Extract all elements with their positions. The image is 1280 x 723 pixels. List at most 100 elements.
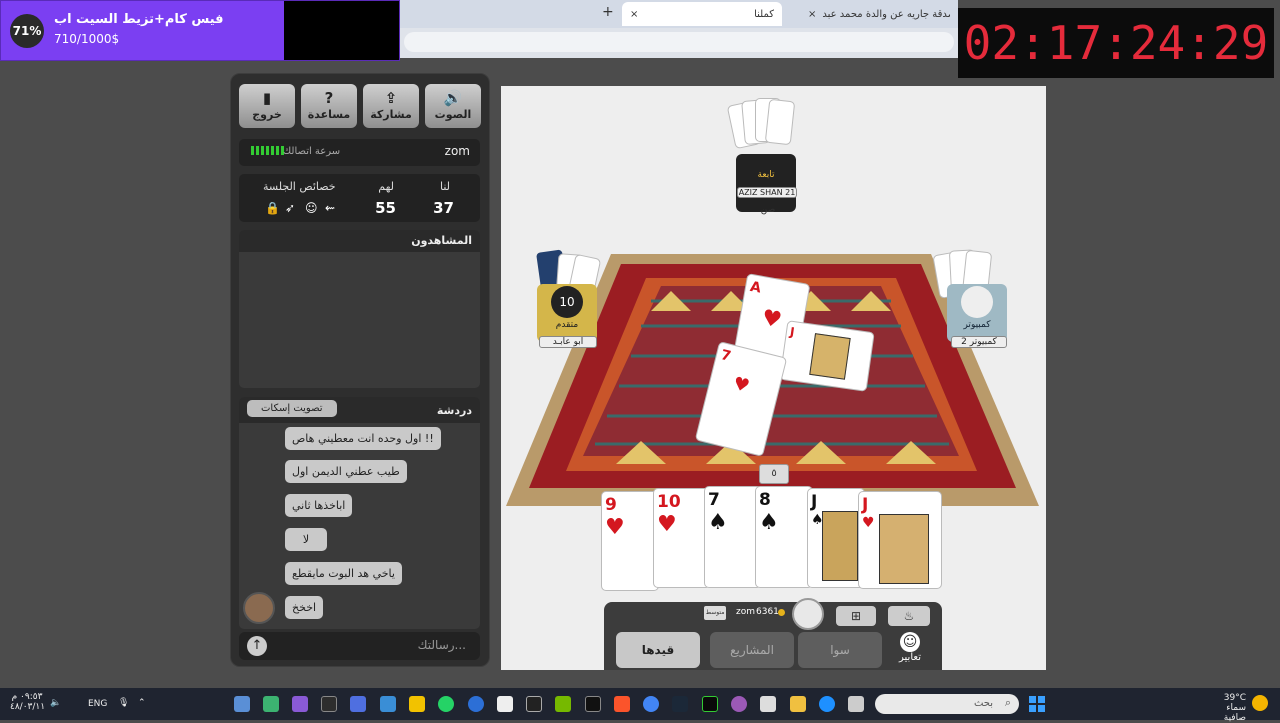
edge-icon[interactable] [819,696,835,712]
epic-icon[interactable] [585,696,601,712]
gift-icon[interactable]: ⊞ [836,606,876,626]
weather-widget[interactable]: 39°C سماء صافية [1206,693,1246,723]
hand-card-10-hearts[interactable]: 10 ♥ [653,488,711,588]
my-name: zom [736,607,755,617]
button-label: مشاركة [370,108,412,121]
emotes-button[interactable]: ☺ تعابير [890,632,930,668]
donation-amount: 710/1000$ [54,32,120,46]
windows-start-icon[interactable] [1029,696,1045,712]
browser-tab-donation[interactable]: × صدقة جاريه عن والدة محمد عبد [800,2,950,26]
task-view-icon[interactable] [848,696,864,712]
sound-button[interactable]: 🔊 الصوت [425,84,481,128]
projects-button[interactable]: المشاريع [710,632,794,668]
top-player-hand [726,98,801,153]
card-suit: ♥ [730,373,758,399]
app-icon[interactable] [468,696,484,712]
card-rank: J [862,495,869,515]
speaker-icon: 🔊 [443,89,463,107]
app-icon[interactable] [731,696,747,712]
left-player-avatar: 10 متقدم [537,284,597,342]
qaydha-button[interactable]: قيدها [616,632,700,668]
folder-icon[interactable] [790,696,806,712]
viewers-title: المشاهدون [239,230,480,252]
close-icon[interactable]: × [808,9,816,20]
username: zom [444,144,470,158]
avatar [243,592,275,624]
us-label: لنا [439,180,450,193]
hand-card-7-spades[interactable]: 7 ♠ [704,486,762,588]
steam-icon[interactable] [672,696,688,712]
share-button[interactable]: ⇪ مشاركة [363,84,419,128]
chat-message: طيب عطني الديمن اول [285,460,407,483]
clock-date: ٤٨/٠٣/١١ [10,702,46,712]
fire-icon[interactable]: ♨ [888,606,930,626]
card-rank: 10 [657,492,681,512]
app-icon[interactable] [380,696,396,712]
my-avatar [792,598,824,630]
chevron-up-icon[interactable]: ⌃ [138,698,146,708]
search-box[interactable]: ⌕ بحث [875,694,1019,714]
my-points: 6361 [756,607,779,617]
hand-card-jack-hearts[interactable]: J ♥ [858,491,942,589]
card-suit: ♥ [657,512,677,537]
level-badge: 10 [551,286,583,318]
taskbar [0,688,1280,720]
app-icon[interactable] [497,696,513,712]
stream-timer: 02:17:24:29 [958,8,1274,78]
new-tab-button[interactable]: + [602,4,614,20]
card-suit: ♠ [708,510,728,535]
help-button[interactable]: ? مساعدة [301,84,357,128]
hand-card-8-spades[interactable]: 8 ♠ [755,486,813,588]
browser-tab-kamlna[interactable]: × كملنا [622,2,782,26]
donation-black-box [284,1,399,60]
app-icon[interactable] [321,696,337,712]
right-player-name: كمبيوتر 2 [951,336,1007,348]
weather-temp: 39°C [1223,693,1246,703]
top-player-badge: تابعة [757,170,775,180]
left-player-badge: متقدم [555,320,579,330]
language-indicator[interactable]: ENG [88,699,107,709]
mute-vote-button[interactable]: تصويت إسكات [247,400,337,417]
face-card-art [879,514,929,584]
app-icon[interactable] [350,696,366,712]
chat-box: دردشة تصويت إسكات اول وحده انت معطيني ها… [239,397,480,629]
signal-icon [251,146,284,155]
smiley-icon: ☺ [305,201,318,215]
card-rank: 8 [759,490,771,510]
app-icon[interactable] [292,696,308,712]
message-placeholder: رسالتك... [417,638,466,652]
exit-button[interactable]: ▮ خروج [239,84,295,128]
top-player-avatar: تابعة [736,154,796,212]
chat-title: دردشة [436,404,472,417]
send-arrow-icon[interactable]: ↑ [247,636,267,656]
close-icon[interactable]: × [630,9,638,20]
card-rank: J [789,324,796,340]
store-icon[interactable] [760,696,776,712]
hand-card-9-hearts[interactable]: 9 ♥ [601,491,659,591]
connection-label: سرعة اتصالك [283,146,341,157]
message-input[interactable]: رسالتك... ↑ [239,632,480,660]
chrome-icon[interactable] [643,696,659,712]
face-card-art [822,511,858,581]
app-icon[interactable] [263,696,279,712]
address-bar[interactable] [404,32,954,52]
session-props-label: خصائص الجلسة [263,180,336,193]
coin-icon [778,609,785,616]
sawa-button[interactable]: سوا [798,632,882,668]
nvidia-icon[interactable] [555,696,571,712]
volume-icon[interactable]: 🔈 [50,698,61,708]
hand-card-jack-spades[interactable]: J ♠ [807,488,865,588]
app-icon[interactable] [526,696,542,712]
card-rank: 9 [605,495,617,515]
left-player-name: ابو عابـد [539,336,597,348]
app-icon[interactable] [702,696,718,712]
whatsapp-icon[interactable] [438,696,454,712]
app-icon[interactable] [234,696,250,712]
card-suit: ♠ [759,510,779,535]
search-placeholder: بحث [973,698,993,709]
chat-message: اول وحده انت معطيني هاص !! [285,427,441,450]
app-icon[interactable] [409,696,425,712]
brave-icon[interactable] [614,696,630,712]
mic-icon[interactable]: 🎙 [118,698,129,708]
help-icon: ? [324,89,334,107]
